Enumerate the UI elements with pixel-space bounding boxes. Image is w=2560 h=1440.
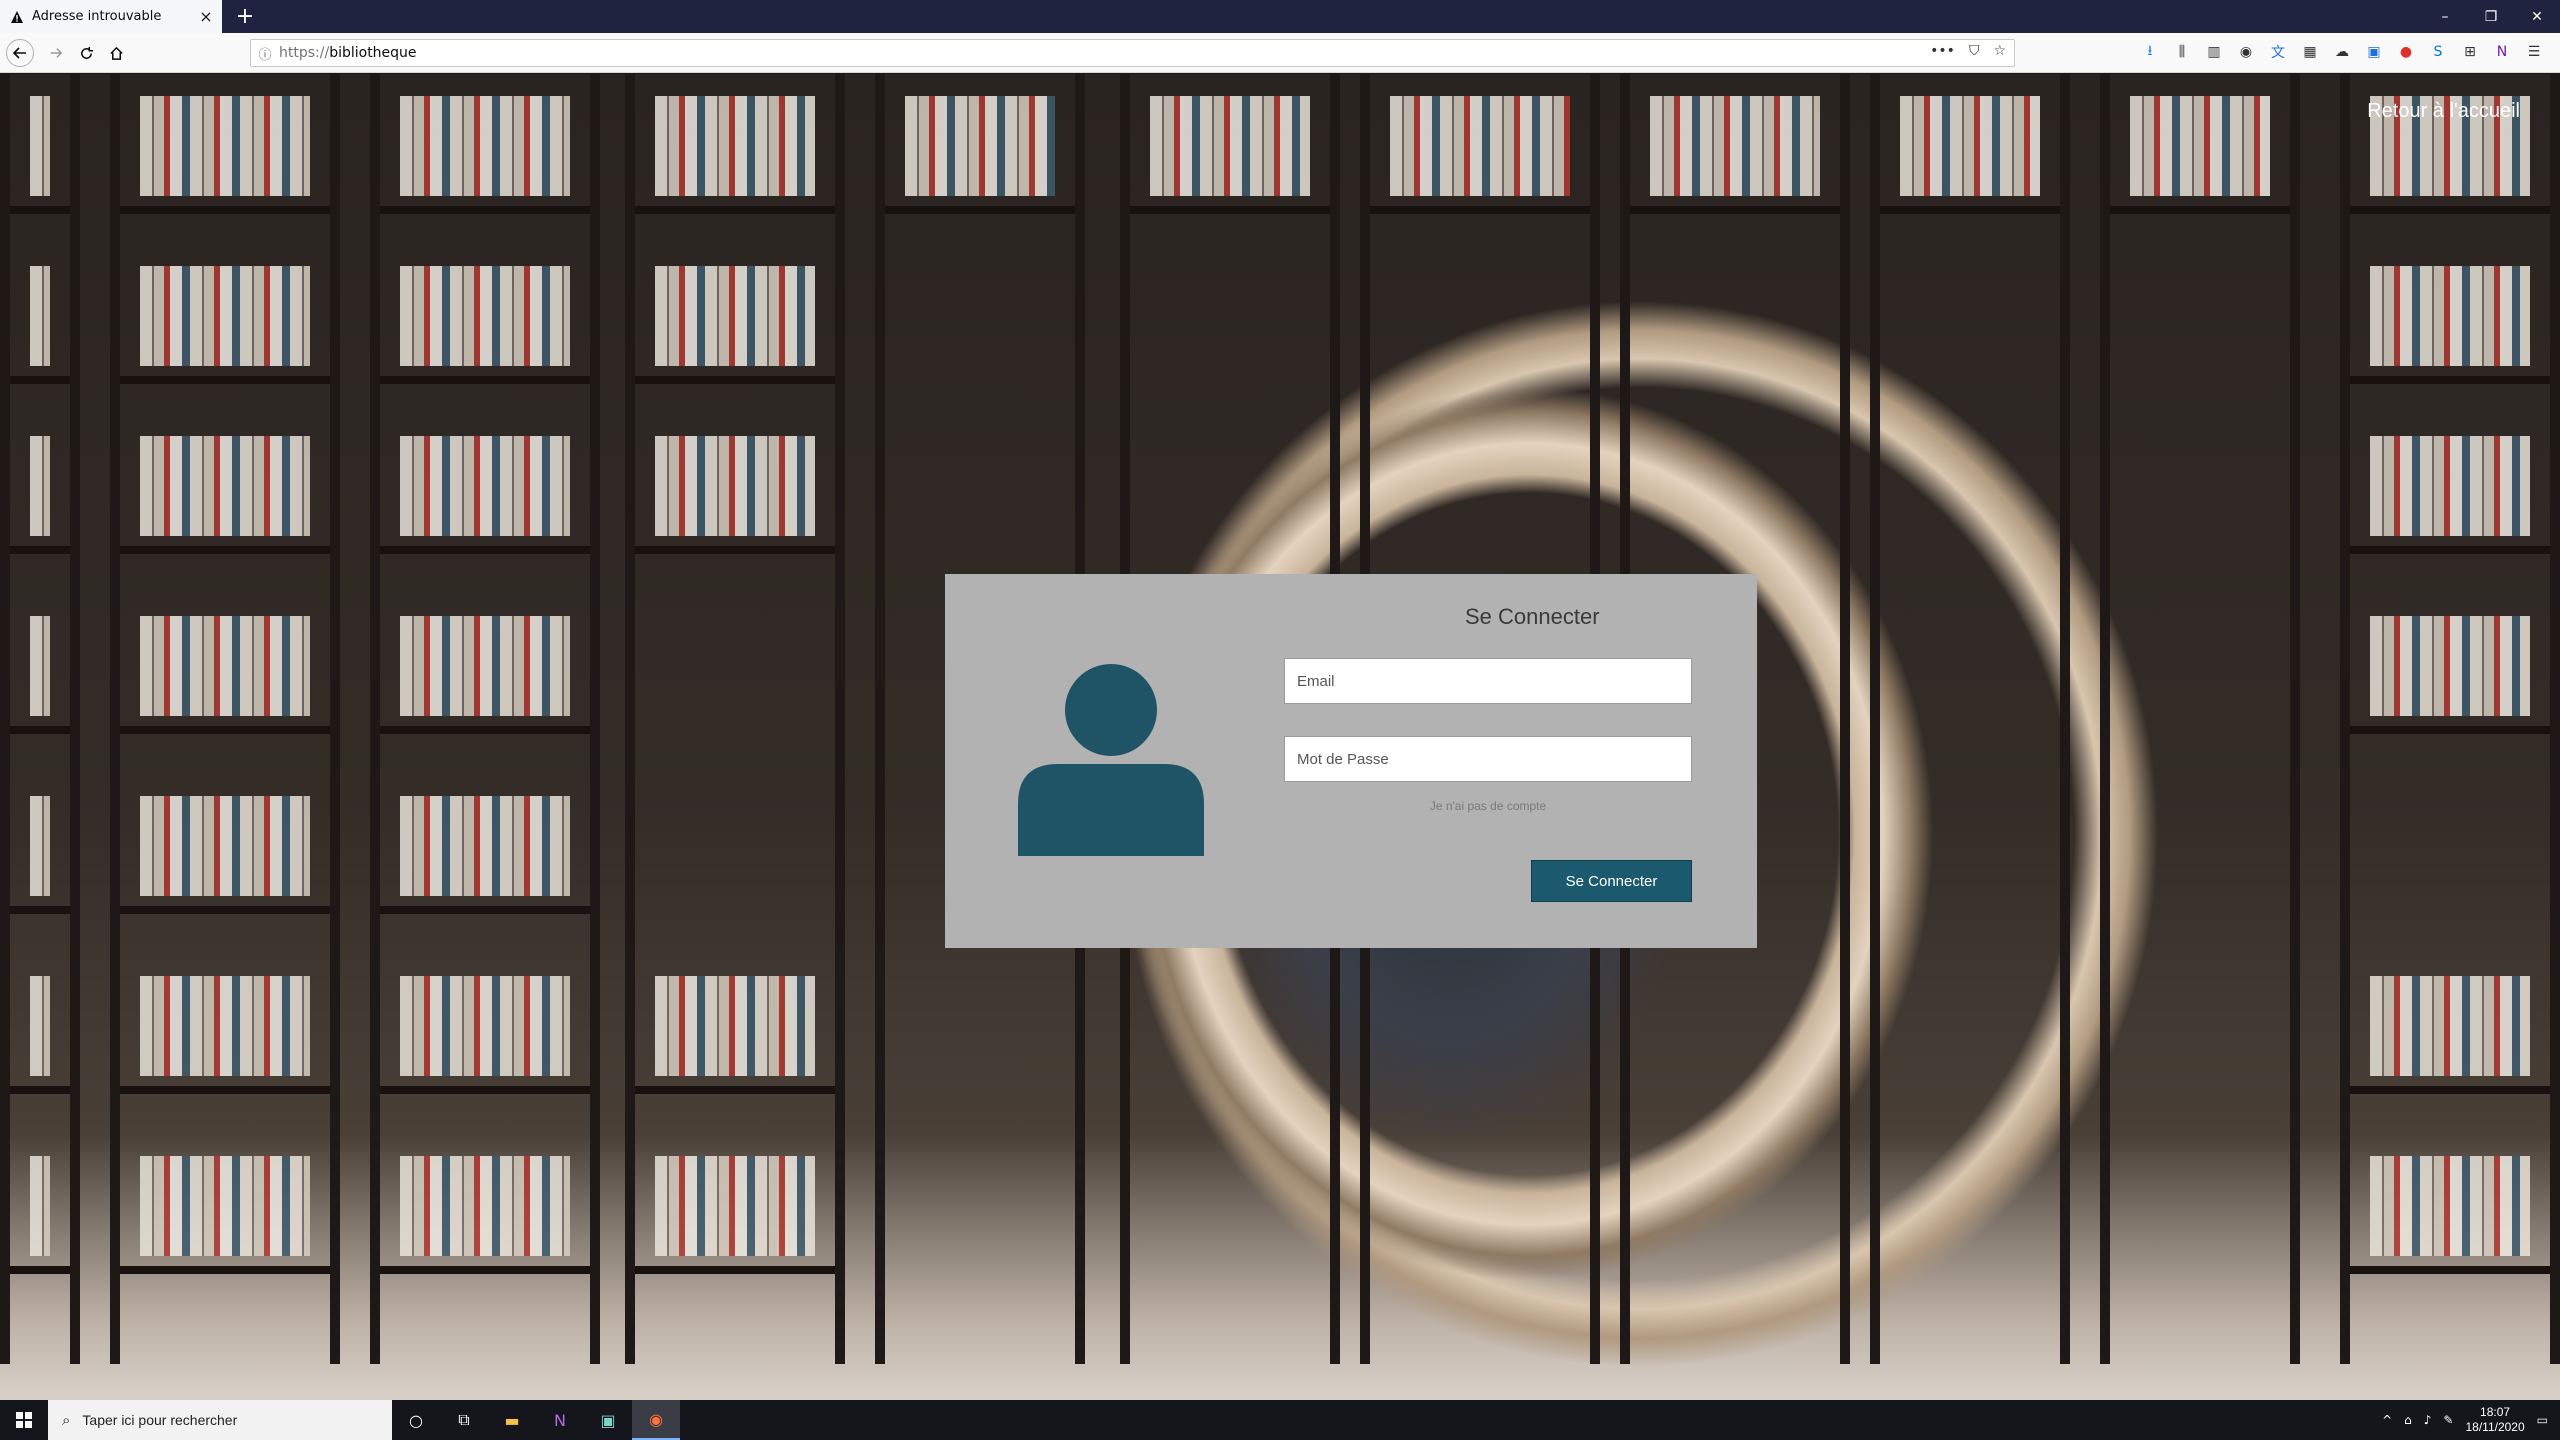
- password-field[interactable]: [1284, 736, 1692, 782]
- pen-icon[interactable]: ✎: [2443, 1413, 2453, 1427]
- minimize-button[interactable]: –: [2422, 0, 2468, 33]
- reload-button[interactable]: [74, 41, 98, 65]
- volume-icon[interactable]: ♪: [2424, 1413, 2432, 1427]
- forward-button[interactable]: [44, 41, 68, 65]
- back-button[interactable]: [6, 39, 34, 67]
- network-icon[interactable]: ⌂: [2404, 1413, 2412, 1427]
- bookmark-star-icon[interactable]: ☆: [1993, 43, 2006, 59]
- file-explorer-icon[interactable]: ▬: [488, 1400, 536, 1440]
- bookshelf: [110, 74, 340, 1364]
- start-button[interactable]: [0, 1400, 48, 1440]
- forward-arrow-icon: [50, 48, 63, 58]
- menu-icon[interactable]: ☰: [2524, 41, 2544, 63]
- extension-s-icon[interactable]: S: [2428, 41, 2448, 63]
- bookshelf: [0, 74, 80, 1364]
- pocket-icon[interactable]: ⛉: [1969, 43, 1980, 59]
- reload-icon: [80, 46, 93, 59]
- restore-button[interactable]: ❐: [2468, 0, 2514, 33]
- taskbar-search-placeholder: Taper ici pour rechercher: [82, 1412, 238, 1428]
- tab-close-icon[interactable]: ×: [196, 7, 216, 27]
- email-field[interactable]: [1284, 658, 1692, 704]
- browser-navbar: ⓘ https://bibliotheque ••• ⛉ ☆ ⭳ ⫼ ▥ ◉ 文…: [0, 33, 2560, 73]
- cortana-icon[interactable]: ○: [392, 1400, 440, 1440]
- sidebar-icon[interactable]: ▥: [2204, 41, 2224, 63]
- user-avatar-icon: [1018, 664, 1204, 856]
- tab-title: Adresse introuvable: [32, 9, 162, 24]
- notifications-icon[interactable]: ▭: [2537, 1413, 2548, 1427]
- library-icon[interactable]: ⫼: [2172, 41, 2192, 63]
- onenote-taskbar-icon[interactable]: N: [536, 1400, 584, 1440]
- login-button[interactable]: Se Connecter: [1531, 860, 1692, 902]
- close-window-button[interactable]: ✕: [2514, 0, 2560, 33]
- bookshelf: [625, 74, 845, 1364]
- tray-chevron-icon[interactable]: ^: [2382, 1413, 2392, 1427]
- firefox-taskbar-icon[interactable]: ◉: [632, 1400, 680, 1440]
- account-icon[interactable]: ◉: [2236, 41, 2256, 63]
- task-view-icon[interactable]: ⧉: [440, 1400, 488, 1440]
- page-actions-menu[interactable]: •••: [1930, 43, 1955, 59]
- back-home-link[interactable]: Retour à l'accueil: [2367, 100, 2520, 123]
- back-arrow-icon: [12, 47, 26, 59]
- windows-logo-icon: [16, 1412, 32, 1428]
- bookshelf: [370, 74, 600, 1364]
- url-protocol: https://: [279, 45, 330, 61]
- barcode-icon[interactable]: ▦: [2300, 41, 2320, 63]
- browser-tab[interactable]: Adresse introuvable ×: [0, 0, 222, 33]
- editor-taskbar-icon[interactable]: ▣: [584, 1400, 632, 1440]
- bookshelf: [1870, 74, 2070, 1364]
- system-tray: ^ ⌂ ♪ ✎ 18:07 18/11/2020 ▭: [2382, 1400, 2560, 1440]
- translate-icon[interactable]: 文: [2268, 41, 2288, 63]
- login-title: Se Connecter: [1465, 604, 1600, 629]
- info-icon[interactable]: ⓘ: [251, 44, 279, 63]
- bookshelf: [2100, 74, 2300, 1364]
- cloud-icon[interactable]: ☁: [2332, 41, 2352, 63]
- bookshelf: [2340, 74, 2560, 1364]
- clock-date: 18/11/2020: [2465, 1420, 2525, 1434]
- search-icon: ⌕: [62, 1411, 71, 1429]
- toolbar-icons: ⭳ ⫼ ▥ ◉ 文 ▦ ☁ ▣ ● S ⊞ N ☰: [2140, 41, 2544, 63]
- extension-red-icon[interactable]: ●: [2396, 41, 2416, 63]
- home-icon: [109, 46, 123, 60]
- grid-icon[interactable]: ⊞: [2460, 41, 2480, 63]
- address-bar[interactable]: ⓘ https://bibliotheque ••• ⛉ ☆: [250, 39, 2015, 67]
- browser-tabstrip: Adresse introuvable × + – ❐ ✕: [0, 0, 2560, 33]
- download-icon[interactable]: ⭳: [2140, 41, 2160, 63]
- page-viewport: Retour à l'accueil Se Connecter Je n'ai …: [0, 74, 2560, 1400]
- warning-icon: [10, 10, 24, 24]
- url-text: https://bibliotheque: [279, 45, 417, 61]
- taskbar-search[interactable]: ⌕ Taper ici pour rechercher: [48, 1400, 392, 1440]
- login-card: Se Connecter Je n'ai pas de compte Se Co…: [945, 574, 1757, 948]
- onenote-icon[interactable]: N: [2492, 41, 2512, 63]
- new-tab-button[interactable]: +: [232, 3, 258, 29]
- url-host: bibliotheque: [329, 45, 417, 61]
- clock-time: 18:07: [2480, 1405, 2511, 1419]
- extension-blue-icon[interactable]: ▣: [2364, 41, 2384, 63]
- home-button[interactable]: [104, 41, 128, 65]
- no-account-link[interactable]: Je n'ai pas de compte: [1284, 799, 1692, 813]
- clock[interactable]: 18:07 18/11/2020: [2465, 1405, 2524, 1435]
- taskbar: ⌕ Taper ici pour rechercher ○ ⧉ ▬ N ▣ ◉ …: [0, 1400, 2560, 1440]
